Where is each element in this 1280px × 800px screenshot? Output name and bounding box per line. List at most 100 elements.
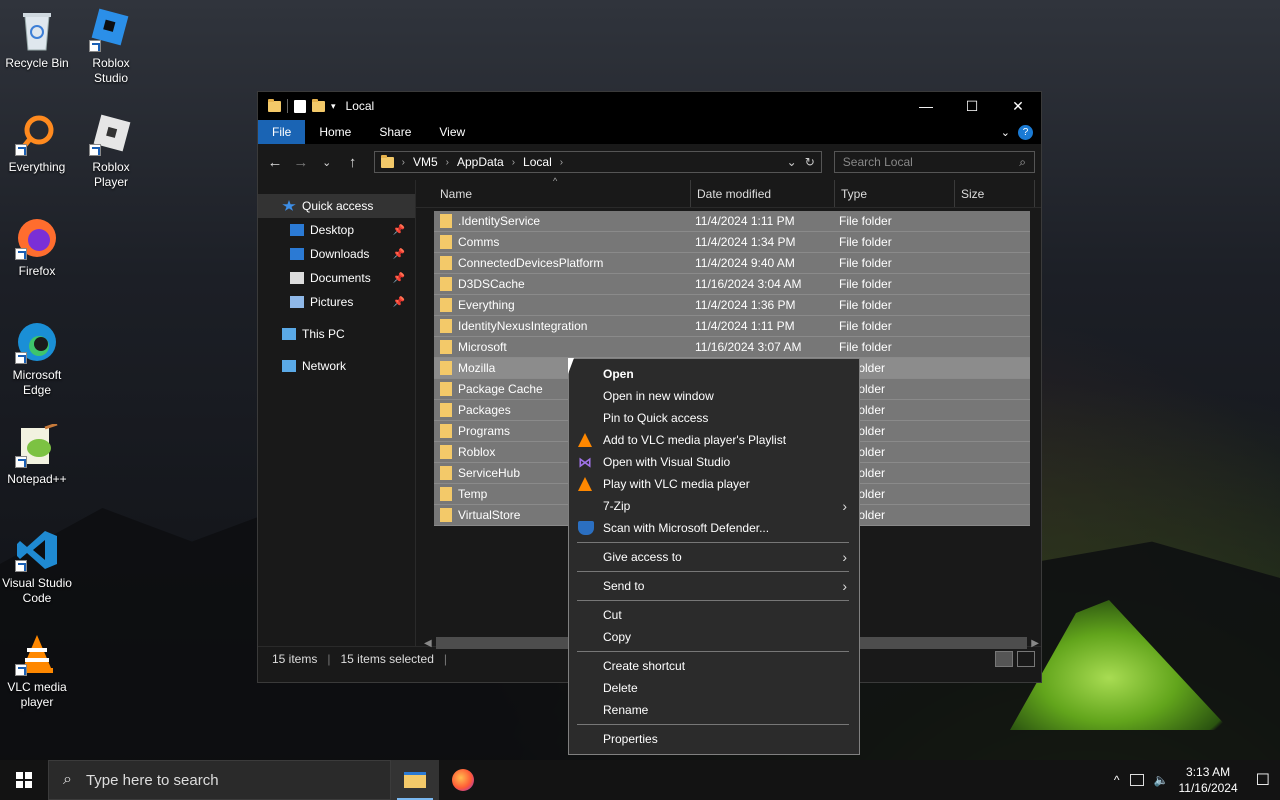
sidebar-item-label: This PC — [302, 327, 345, 341]
taskbar-search[interactable]: ⌕ Type here to search — [48, 760, 391, 800]
folder-icon — [440, 382, 452, 396]
menu-item-label: Play with VLC media player — [603, 477, 750, 491]
maximize-button[interactable]: ☐ — [949, 92, 995, 120]
mouse-cursor-icon — [568, 358, 574, 374]
desktop-icon-roblox-studio[interactable]: Roblox Studio — [74, 8, 148, 86]
file-date: 11/16/2024 3:04 AM — [695, 277, 802, 291]
network-icon[interactable] — [1129, 774, 1144, 786]
clock[interactable]: 3:13 AM 11/16/2024 — [1178, 764, 1237, 796]
menu-item-properties[interactable]: Properties — [569, 728, 859, 750]
menu-item-open[interactable]: Open — [569, 363, 859, 385]
menu-item-play-with-vlc-media-player[interactable]: Play with VLC media player — [569, 473, 859, 495]
expand-ribbon-icon[interactable]: ⌄ — [1001, 126, 1010, 139]
table-row[interactable]: Comms 11/4/2024 1:34 PM File folder — [434, 232, 1030, 253]
tab-file[interactable]: File — [258, 120, 306, 144]
tab-view[interactable]: View — [425, 120, 479, 144]
volume-muted-icon[interactable]: 🔈 — [1154, 773, 1169, 787]
column-date-modified[interactable]: Date modified — [691, 180, 835, 207]
address-bar[interactable]: › VM5 › AppData › Local › ⌄ ↻ — [373, 151, 822, 173]
file-name: Roblox — [458, 445, 496, 459]
menu-item-delete[interactable]: Delete — [569, 677, 859, 699]
address-dropdown-icon[interactable]: ⌄ — [787, 155, 797, 169]
sidebar-item-documents[interactable]: Documents 📌 — [258, 266, 415, 290]
pin-icon: 📌 — [392, 224, 405, 236]
file-type: File folder — [839, 235, 892, 249]
tab-home[interactable]: Home — [305, 120, 365, 144]
large-icons-view-icon[interactable] — [1017, 650, 1035, 667]
menu-item-pin-to-quick-access[interactable]: Pin to Quick access — [569, 407, 859, 429]
sidebar-item-desktop[interactable]: Desktop 📌 — [258, 218, 415, 242]
breadcrumb-local[interactable]: Local — [523, 155, 552, 169]
shortcut-arrow-icon — [15, 248, 27, 260]
table-row[interactable]: IdentityNexusIntegration 11/4/2024 1:11 P… — [434, 316, 1030, 337]
desktop-icon-edge[interactable]: Microsoft Edge — [0, 320, 74, 398]
desktop-icon-label: Roblox Studio — [92, 56, 130, 85]
table-row[interactable]: Microsoft 11/16/2024 3:07 AM File folder — [434, 337, 1030, 358]
breadcrumb-vm5[interactable]: VM5 — [413, 155, 438, 169]
menu-item-create-shortcut[interactable]: Create shortcut — [569, 655, 859, 677]
taskbar-firefox[interactable] — [439, 760, 487, 800]
menu-item-scan-with-microsoft-defender[interactable]: Scan with Microsoft Defender... — [569, 517, 859, 539]
table-row[interactable]: ConnectedDevicesPlatform 11/4/2024 9:40 A… — [434, 253, 1030, 274]
folder-icon — [440, 424, 452, 438]
refresh-icon[interactable]: ↻ — [805, 155, 815, 169]
menu-item-open-with-visual-studio[interactable]: ⋈ Open with Visual Studio — [569, 451, 859, 473]
sidebar-item-quick-access[interactable]: Quick access — [258, 194, 415, 218]
scroll-right-icon[interactable]: ▶ — [1031, 638, 1039, 649]
details-view-icon[interactable] — [995, 650, 1013, 667]
desktop-icon-recycle-bin[interactable]: Recycle Bin — [0, 8, 74, 71]
menu-item-label: Properties — [603, 732, 658, 746]
properties-icon[interactable] — [294, 99, 306, 113]
menu-item-7-zip[interactable]: 7-Zip › — [569, 495, 859, 517]
sidebar-item-this-pc[interactable]: This PC — [258, 322, 415, 346]
desktop-icon-notepadpp[interactable]: Notepad++ — [0, 422, 74, 487]
menu-item-add-to-vlc-media-player-s-playlist[interactable]: Add to VLC media player's Playlist — [569, 429, 859, 451]
menu-item-send-to[interactable]: Send to › — [569, 575, 859, 597]
desktop-icon-everything[interactable]: Everything — [0, 112, 74, 175]
folder-icon — [440, 466, 452, 480]
desktop-icon-vscode[interactable]: Visual Studio Code — [0, 528, 74, 606]
menu-item-label: 7-Zip — [603, 499, 631, 513]
sidebar-item-downloads[interactable]: Downloads 📌 — [258, 242, 415, 266]
chevron-right-icon: › — [842, 549, 847, 565]
column-name[interactable]: Name — [434, 180, 691, 207]
notification-center-icon[interactable]: ☐ — [1256, 770, 1270, 790]
column-size[interactable]: Size — [955, 180, 1035, 207]
recent-locations-button[interactable]: ⌄ — [316, 156, 338, 169]
desktop-icon-vlc[interactable]: VLC media player — [0, 632, 74, 710]
new-folder-icon[interactable] — [312, 98, 325, 112]
table-row[interactable]: D3DSCache 11/16/2024 3:04 AM File folder — [434, 274, 1030, 295]
table-row[interactable]: .IdentityService 11/4/2024 1:11 PM File fo… — [434, 211, 1030, 232]
up-button[interactable]: ↑ — [342, 154, 364, 171]
desktop-icon-firefox[interactable]: Firefox — [0, 216, 74, 279]
scroll-left-icon[interactable]: ◀ — [424, 638, 432, 649]
menu-item-copy[interactable]: Copy — [569, 626, 859, 648]
menu-item-give-access-to[interactable]: Give access to › — [569, 546, 859, 568]
tab-share[interactable]: Share — [365, 120, 425, 144]
minimize-button[interactable]: — — [903, 92, 949, 120]
sidebar-item-pictures[interactable]: Pictures 📌 — [258, 290, 415, 314]
quick-access-toolbar: ▾ — [258, 98, 336, 113]
help-icon[interactable]: ? — [1018, 124, 1033, 140]
customize-chevron-icon[interactable]: ▾ — [331, 101, 336, 112]
search-input[interactable]: Search Local ⌕ — [833, 151, 1035, 173]
menu-item-open-in-new-window[interactable]: Open in new window — [569, 385, 859, 407]
menu-item-rename[interactable]: Rename — [569, 699, 859, 721]
breadcrumb-appdata[interactable]: AppData — [457, 155, 504, 169]
sidebar-item-label: Network — [302, 359, 347, 373]
file-type: File folder — [839, 256, 892, 270]
show-hidden-icons-button[interactable]: ^ — [1114, 773, 1120, 787]
start-button[interactable] — [0, 760, 48, 800]
back-button[interactable]: ← — [264, 154, 286, 171]
table-row[interactable]: Everything 11/4/2024 1:36 PM File folder — [434, 295, 1030, 316]
visual-studio-icon: ⋈ — [578, 454, 592, 470]
shortcut-arrow-icon — [15, 560, 27, 572]
menu-item-cut[interactable]: Cut — [569, 604, 859, 626]
column-type[interactable]: Type — [835, 180, 955, 207]
desktop-icon-roblox-player[interactable]: Roblox Player — [74, 112, 148, 190]
pin-icon: 📌 — [392, 248, 405, 260]
taskbar-file-explorer[interactable] — [391, 760, 439, 800]
sidebar-item-network[interactable]: Network — [258, 354, 415, 378]
forward-button[interactable]: → — [290, 154, 312, 171]
close-button[interactable]: ✕ — [995, 92, 1041, 120]
